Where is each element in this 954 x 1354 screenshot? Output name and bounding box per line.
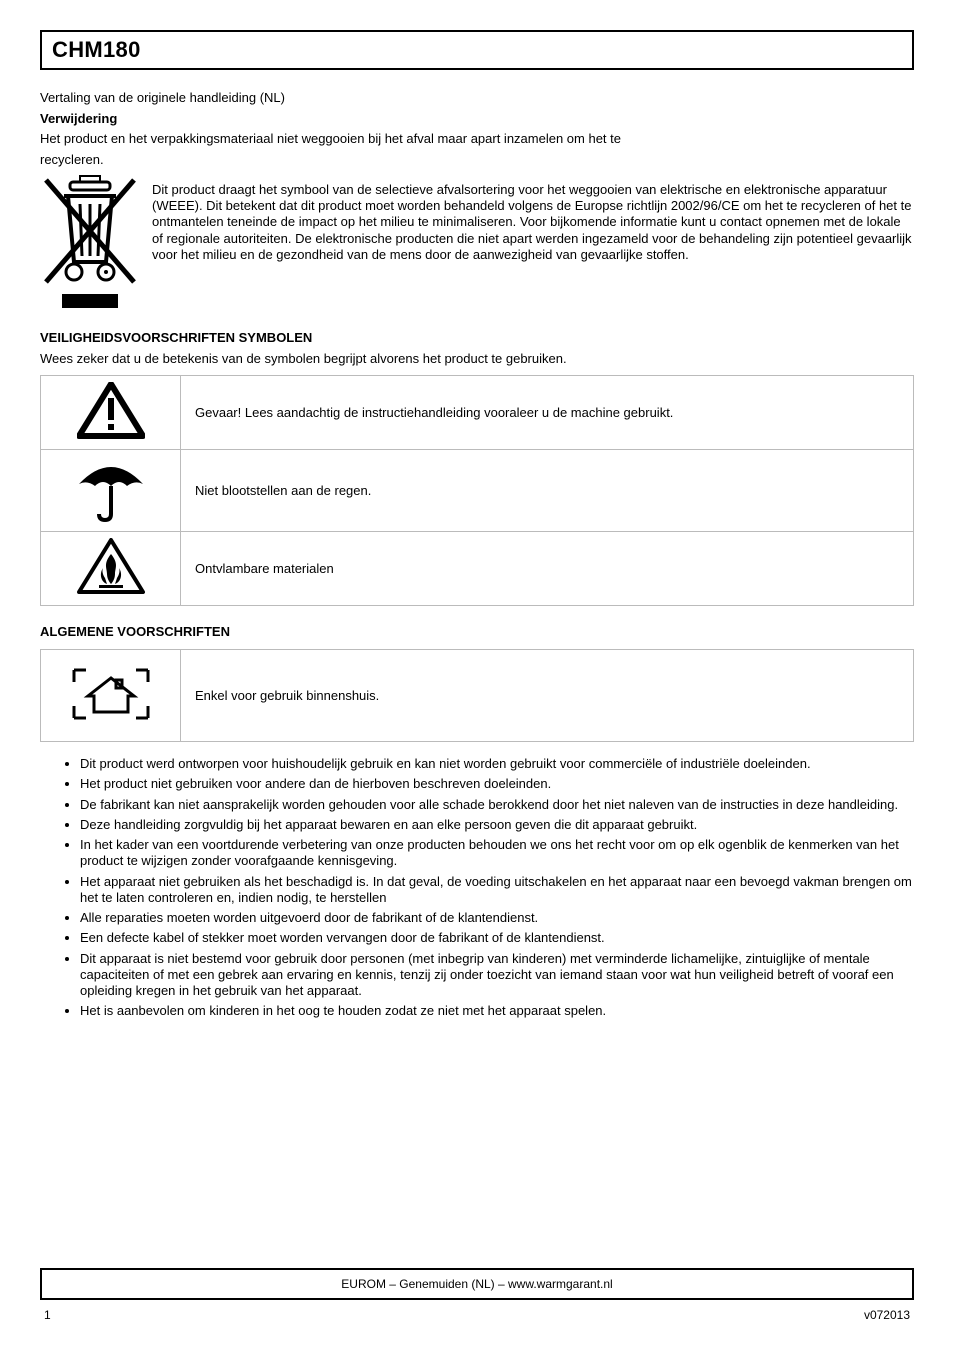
symbol-row-fire: Ontvlambare materialen bbox=[41, 532, 914, 606]
symbol-row-umbrella: Niet blootstellen aan de regen. bbox=[41, 450, 914, 532]
safety-heading: VEILIGHEIDSVOORSCHRIFTEN SYMBOLEN bbox=[40, 330, 914, 345]
title-bar: CHM180 bbox=[40, 30, 914, 70]
footer-company-text: EUROM – Genemuiden (NL) – www.warmgarant… bbox=[341, 1277, 612, 1291]
indoor-table: Enkel voor gebruik binnenshuis. bbox=[40, 649, 914, 742]
general-heading: ALGEMENE VOORSCHRIFTEN bbox=[40, 624, 914, 639]
symbol-umbrella-text: Niet blootstellen aan de regen. bbox=[181, 450, 914, 532]
page-number: 1 bbox=[44, 1308, 51, 1322]
indoor-house-icon bbox=[66, 710, 156, 725]
disposal-line2: recycleren. bbox=[40, 152, 914, 168]
page-footer: 1 v072013 bbox=[0, 1308, 954, 1322]
disposal-heading: Verwijdering bbox=[40, 111, 914, 127]
safety-intro: Wees zeker dat u de betekenis van de sym… bbox=[40, 351, 914, 367]
umbrella-icon bbox=[75, 510, 147, 525]
fire-hazard-icon bbox=[77, 584, 145, 599]
list-item: Deze handleiding zorgvuldig bij het appa… bbox=[80, 817, 914, 833]
list-item: Een defecte kabel of stekker moet worden… bbox=[80, 930, 914, 946]
list-item: Het product niet gebruiken voor andere d… bbox=[80, 776, 914, 792]
list-item: De fabrikant kan niet aansprakelijk word… bbox=[80, 797, 914, 813]
weee-icon bbox=[40, 172, 140, 312]
general-bullet-list: Dit product werd ontworpen voor huishoud… bbox=[40, 756, 914, 1020]
product-code: CHM180 bbox=[52, 37, 141, 63]
symbol-row-warning: Gevaar! Lees aandachtig de instructiehan… bbox=[41, 376, 914, 450]
list-item: Alle reparaties moeten worden uitgevoerd… bbox=[80, 910, 914, 926]
list-item: Het apparaat niet gebruiken als het besc… bbox=[80, 874, 914, 907]
list-item: Dit product werd ontworpen voor huishoud… bbox=[80, 756, 914, 772]
footer-bar: EUROM – Genemuiden (NL) – www.warmgarant… bbox=[40, 1268, 914, 1300]
disposal-line1: Het product en het verpakkingsmateriaal … bbox=[40, 131, 914, 147]
warning-triangle-icon bbox=[77, 428, 145, 443]
list-item: In het kader van een voortdurende verbet… bbox=[80, 837, 914, 870]
indoor-label: Enkel voor gebruik binnenshuis. bbox=[181, 650, 914, 742]
language-header: Vertaling van de originele handleiding (… bbox=[40, 90, 914, 105]
symbols-table: Gevaar! Lees aandachtig de instructiehan… bbox=[40, 375, 914, 606]
list-item: Dit apparaat is niet bestemd voor gebrui… bbox=[80, 951, 914, 1000]
list-item: Het is aanbevolen om kinderen in het oog… bbox=[80, 1003, 914, 1019]
disposal-block: Dit product draagt het symbool van de se… bbox=[40, 172, 914, 312]
symbol-warning-text: Gevaar! Lees aandachtig de instructiehan… bbox=[181, 376, 914, 450]
disposal-paragraph: Dit product draagt het symbool van de se… bbox=[152, 172, 914, 263]
indoor-row: Enkel voor gebruik binnenshuis. bbox=[41, 650, 914, 742]
symbol-fire-text: Ontvlambare materialen bbox=[181, 532, 914, 606]
document-version: v072013 bbox=[864, 1308, 910, 1322]
